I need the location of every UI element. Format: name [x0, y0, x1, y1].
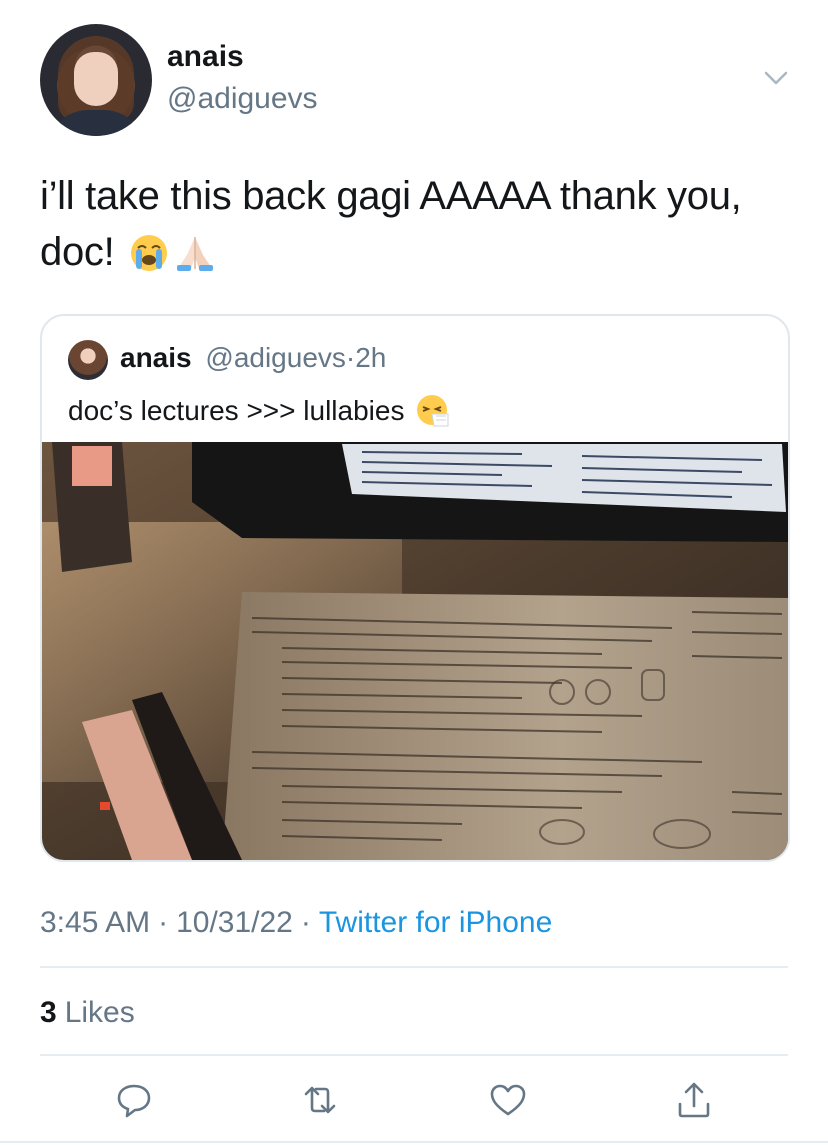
desk-lecture-notes-photo[interactable]	[42, 442, 788, 860]
author-display-name[interactable]: anais	[167, 40, 244, 74]
tweet-meta: 3:45 AM · 10/31/22 · Twitter for iPhone	[40, 906, 552, 940]
quoted-tweet-text-content: doc’s lectures >>> lullabies	[68, 395, 405, 426]
like-icon[interactable]	[488, 1080, 528, 1120]
tweet-time: 3:45 AM	[40, 906, 151, 939]
share-icon[interactable]	[674, 1080, 714, 1120]
tweet-date: 10/31/22	[176, 906, 293, 939]
quoted-handle: @adiguevs	[205, 342, 346, 373]
divider-top	[40, 966, 788, 968]
tweet-source-link[interactable]: Twitter for iPhone	[319, 906, 552, 939]
author-handle[interactable]: @adiguevs	[167, 82, 318, 116]
quoted-handle-time: @adiguevs·2h	[205, 342, 386, 373]
meta-separator-2: ·	[300, 906, 311, 939]
quoted-header: anais @adiguevs·2h	[120, 342, 386, 374]
divider-bottom	[40, 1054, 788, 1056]
folded-hands-emoji	[177, 237, 214, 271]
avatar-face	[74, 52, 118, 106]
quoted-avatar[interactable]	[68, 340, 108, 380]
sneezing-face-emoji	[417, 395, 449, 427]
tweet-text: i’ll take this back gagi AAAAA thank you…	[40, 168, 790, 280]
reply-icon[interactable]	[114, 1080, 154, 1120]
meta-separator: ·	[158, 906, 169, 939]
chevron-down-icon[interactable]	[760, 62, 792, 94]
quoted-separator: ·	[345, 342, 356, 373]
likes-count: 3	[40, 996, 57, 1029]
quoted-tweet-card[interactable]: anais @adiguevs·2h doc’s lectures >>> lu…	[40, 314, 790, 862]
quoted-tweet-text: doc’s lectures >>> lullabies	[68, 394, 450, 428]
avatar[interactable]	[40, 24, 152, 136]
likes-label: Likes	[64, 996, 135, 1029]
retweet-icon[interactable]	[300, 1080, 340, 1120]
bottom-border	[0, 1141, 828, 1143]
likes-stat[interactable]: 3 Likes	[40, 996, 135, 1030]
quoted-display-name: anais	[120, 342, 192, 373]
loudly-crying-face-emoji	[131, 235, 168, 271]
quoted-time: 2h	[355, 342, 387, 373]
